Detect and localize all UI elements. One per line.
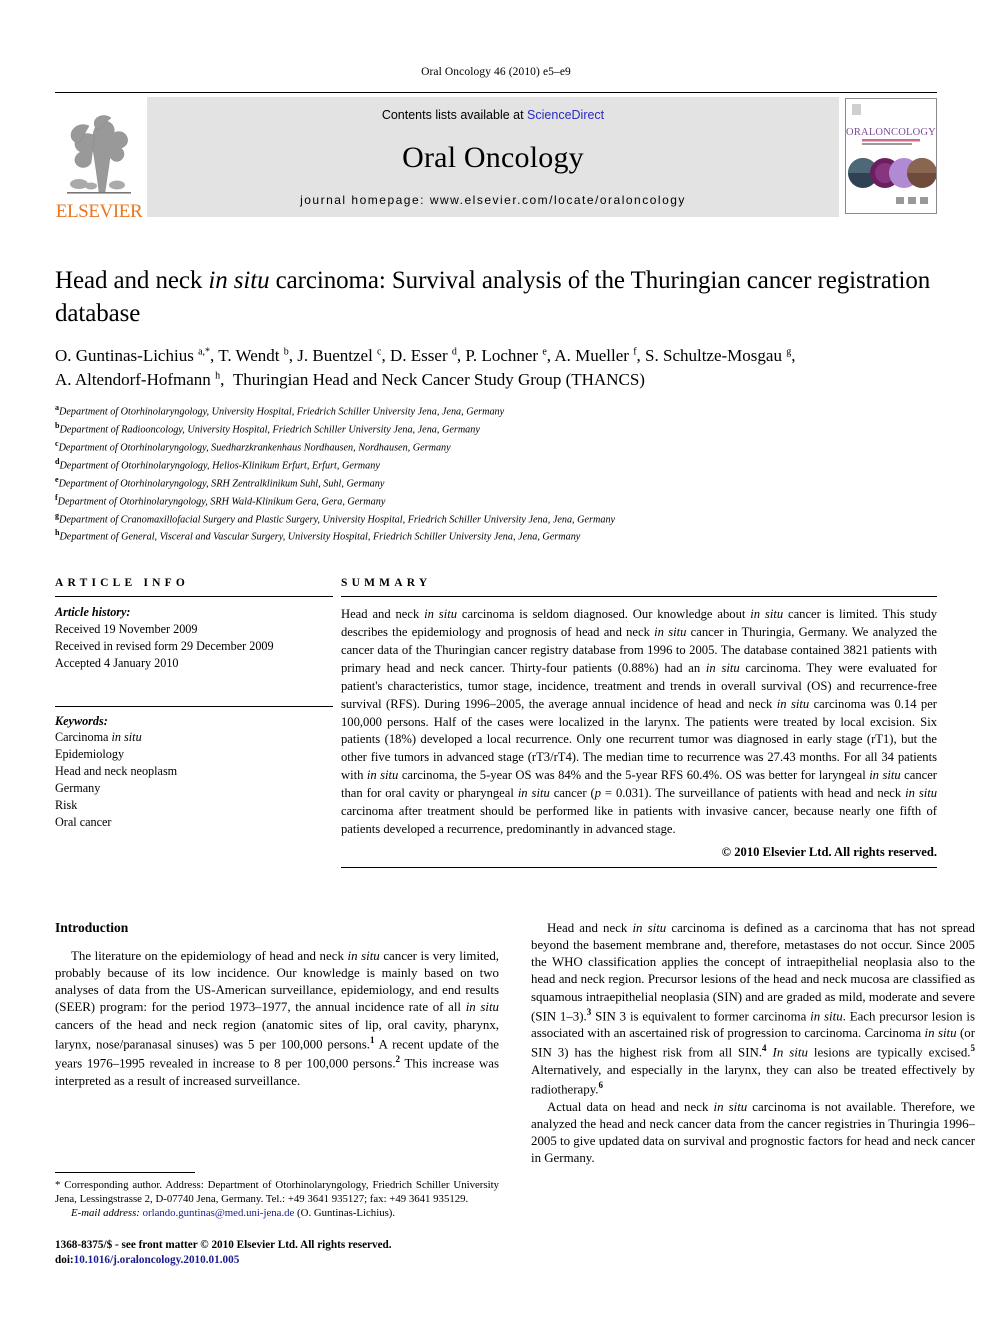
article-title: Head and neck in situ carcinoma: Surviva… bbox=[55, 265, 937, 330]
journal-banner: Contents lists available at ScienceDirec… bbox=[147, 97, 839, 217]
summary-column: SUMMARY Head and neck in situ carcinoma … bbox=[333, 577, 938, 868]
intro-paragraph-2: Head and neck in situ carcinoma is defin… bbox=[531, 920, 976, 1097]
keyword-item: Oral cancer bbox=[55, 814, 112, 829]
keywords-block: Keywords: Carcinoma in situ Epidemiology… bbox=[55, 705, 333, 831]
affiliation-text: Department of Otorhinolaryngology, Unive… bbox=[59, 406, 505, 418]
author-affil-mark: d bbox=[451, 346, 457, 358]
keywords-list: Keywords: Carcinoma in situ Epidemiology… bbox=[55, 707, 333, 831]
affiliation-text: Department of Otorhinolaryngology, SRH Z… bbox=[58, 478, 385, 490]
email-owner: (O. Guntinas-Lichius). bbox=[297, 1207, 396, 1220]
reference-marker[interactable]: 3 bbox=[587, 1007, 592, 1017]
keyword-item: Head and neck neoplasm bbox=[55, 764, 178, 779]
issn-block: 1368-8375/$ - see front matter © 2010 El… bbox=[55, 1238, 499, 1268]
email-note: E-mail address: orlando.guntinas@med.uni… bbox=[55, 1206, 499, 1220]
keyword-item: Epidemiology bbox=[55, 747, 125, 762]
keyword-item: Germany bbox=[55, 780, 101, 795]
doi-line: doi:10.1016/j.oraloncology.2010.01.005 bbox=[55, 1253, 499, 1268]
affiliation-text: Department of Otorhinolaryngology, Suedh… bbox=[58, 442, 451, 454]
footnote-divider bbox=[55, 1171, 195, 1173]
affiliation-item: cDepartment of Otorhinolaryngology, Sued… bbox=[55, 438, 937, 456]
contents-available-line: Contents lists available at ScienceDirec… bbox=[382, 108, 604, 122]
article-history-label: Article history: bbox=[55, 605, 131, 620]
title-block: Head and neck in situ carcinoma: Surviva… bbox=[55, 265, 937, 545]
svg-text:ORALONCOLOGY: ORALONCOLOGY bbox=[846, 127, 936, 138]
footnote-area: * Corresponding author. Address: Departm… bbox=[55, 1171, 499, 1268]
affiliation-item: fDepartment of Otorhinolaryngology, SRH … bbox=[55, 492, 937, 510]
keyword-item: Carcinoma in situ bbox=[55, 730, 142, 745]
article-body: Introduction The literature on the epide… bbox=[55, 919, 975, 1266]
article-title-part1: Head and neck bbox=[55, 267, 209, 294]
corresponding-author-mark[interactable]: * bbox=[205, 346, 210, 357]
intro-paragraph-1: The literature on the epidemiology of he… bbox=[55, 948, 500, 1088]
affiliation-item: eDepartment of Otorhinolaryngology, SRH … bbox=[55, 474, 937, 492]
divider bbox=[341, 866, 937, 868]
affiliation-item: dDepartment of Otorhinolaryngology, Heli… bbox=[55, 456, 937, 474]
reference-marker[interactable]: 5 bbox=[970, 1043, 975, 1053]
article-info-heading: ARTICLE INFO bbox=[55, 577, 190, 590]
affiliation-item: hDepartment of General, Visceral and Vas… bbox=[55, 527, 937, 545]
history-item: Accepted 4 January 2010 bbox=[55, 655, 179, 670]
reference-marker[interactable]: 6 bbox=[599, 1080, 604, 1090]
journal-article-page: Oral Oncology 46 (2010) e5–e9 ELSEVIER C… bbox=[0, 0, 992, 1323]
article-history-block: Article history: Received 19 November 20… bbox=[55, 597, 333, 671]
journal-masthead: ELSEVIER Contents lists available at Sci… bbox=[55, 92, 937, 221]
author-affil-mark: g bbox=[786, 346, 792, 358]
summary-copyright: © 2010 Elsevier Ltd. All rights reserved… bbox=[721, 844, 937, 859]
affiliation-item: gDepartment of Cranomaxillofacial Surger… bbox=[55, 510, 937, 528]
keywords-label: Keywords: bbox=[55, 713, 108, 728]
summary-text: Head and neck in situ carcinoma is seldo… bbox=[341, 607, 938, 836]
intro-paragraph-3: Actual data on head and neck in situ car… bbox=[531, 1099, 976, 1166]
article-title-italic: in situ bbox=[208, 267, 270, 294]
reference-marker[interactable]: 2 bbox=[396, 1054, 401, 1064]
journal-homepage-line[interactable]: journal homepage: www.elsevier.com/locat… bbox=[300, 193, 686, 207]
cover-artwork: ORALONCOLOGY bbox=[846, 99, 937, 213]
journal-cover-thumbnail: ORALONCOLOGY bbox=[845, 98, 937, 214]
body-column-right: Head and neck in situ carcinoma is defin… bbox=[531, 920, 975, 1168]
affiliation-list: aDepartment of Otorhinolaryngology, Univ… bbox=[55, 402, 937, 545]
author-affil-mark: b bbox=[283, 346, 289, 358]
affiliation-text: Department of Otorhinolaryngology, SRH W… bbox=[57, 496, 386, 508]
reference-marker[interactable]: 1 bbox=[370, 1035, 375, 1045]
affiliation-text: Department of Otorhinolaryngology, Helio… bbox=[59, 460, 380, 472]
article-info-column: ARTICLE INFO Article history: Received 1… bbox=[55, 577, 333, 867]
elsevier-wordmark: ELSEVIER bbox=[55, 201, 143, 222]
body-column-left: Introduction The literature on the epide… bbox=[55, 919, 500, 1266]
doi-label: doi: bbox=[55, 1253, 74, 1266]
history-item: Received in revised form 29 December 200… bbox=[55, 638, 274, 653]
author-affil-mark: c bbox=[377, 346, 382, 358]
elsevier-tree-icon bbox=[67, 115, 131, 194]
affiliation-text: Department of Cranomaxillofacial Surgery… bbox=[59, 513, 616, 525]
summary-heading: SUMMARY bbox=[341, 577, 432, 590]
elsevier-logo: ELSEVIER bbox=[55, 93, 143, 221]
author-affil-mark: e bbox=[542, 346, 547, 358]
section-heading-introduction: Introduction bbox=[55, 919, 129, 935]
sciencedirect-link[interactable]: ScienceDirect bbox=[527, 108, 604, 122]
corresponding-author-note: * Corresponding author. Address: Departm… bbox=[55, 1178, 499, 1205]
affiliation-text: Department of Radiooncology, University … bbox=[59, 424, 480, 436]
info-summary-section: ARTICLE INFO Article history: Received 1… bbox=[55, 577, 938, 868]
author-list: O. Guntinas-Lichius a,*, T. Wendt b, J. … bbox=[55, 346, 796, 390]
issn-line: 1368-8375/$ - see front matter © 2010 El… bbox=[55, 1238, 392, 1251]
keyword-item: Risk bbox=[55, 797, 78, 812]
running-head: Oral Oncology 46 (2010) e5–e9 bbox=[421, 66, 571, 78]
author-affil-mark: a, bbox=[198, 346, 206, 358]
affiliation-item: aDepartment of Otorhinolaryngology, Univ… bbox=[55, 402, 937, 420]
affiliation-text: Department of General, Visceral and Vasc… bbox=[59, 531, 581, 543]
doi-link[interactable]: 10.1016/j.oraloncology.2010.01.005 bbox=[74, 1254, 240, 1266]
author-affil-mark: h bbox=[215, 370, 221, 382]
author-affil-mark: f bbox=[633, 346, 637, 358]
reference-marker[interactable]: 4 bbox=[762, 1043, 767, 1053]
email-label: E-mail address: bbox=[71, 1207, 140, 1220]
journal-title: Oral Oncology bbox=[402, 140, 584, 174]
history-item: Received 19 November 2009 bbox=[55, 622, 198, 637]
contents-prefix: Contents lists available at bbox=[381, 108, 528, 122]
affiliation-item: bDepartment of Radiooncology, University… bbox=[55, 420, 937, 438]
email-link[interactable]: orlando.guntinas@med.uni-jena.de bbox=[143, 1207, 295, 1219]
